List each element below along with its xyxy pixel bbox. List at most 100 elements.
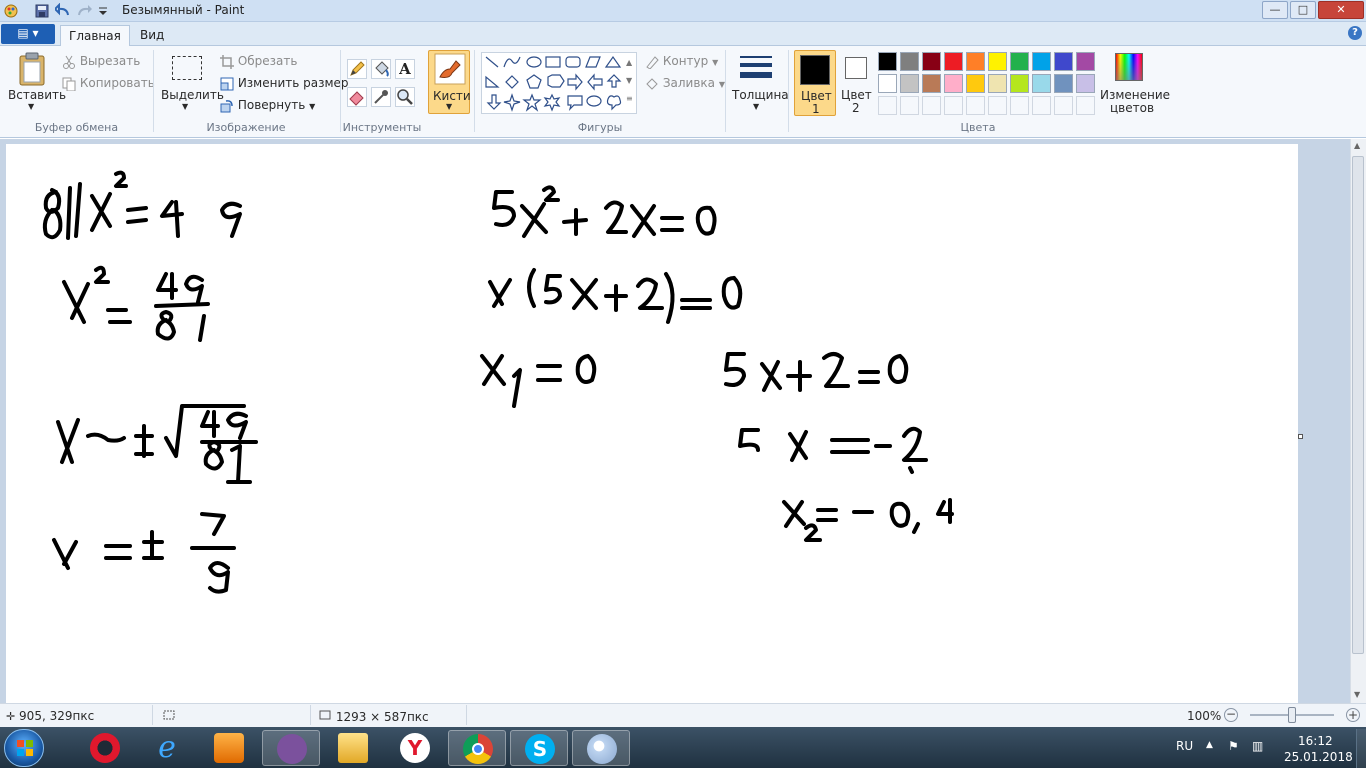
taskbar-yandex[interactable]: Y xyxy=(386,730,444,766)
size-button[interactable]: Толщина ▼ xyxy=(730,52,789,114)
color-swatch[interactable] xyxy=(900,74,919,93)
shapes-group-label: Фигуры xyxy=(577,121,623,134)
drawing-canvas[interactable] xyxy=(6,144,1298,703)
color-swatch[interactable] xyxy=(1032,74,1051,93)
canvas-resize-handle[interactable] xyxy=(1298,434,1303,439)
color2-number: 2 xyxy=(852,101,860,115)
taskbar-viber[interactable] xyxy=(262,730,320,766)
close-button[interactable]: ✕ xyxy=(1318,1,1364,19)
color-swatch[interactable] xyxy=(988,74,1007,93)
minimize-button[interactable]: — xyxy=(1262,1,1288,19)
custom-color-slot[interactable] xyxy=(1032,96,1051,115)
rotate-button[interactable]: Повернуть ▼ xyxy=(220,98,315,113)
show-desktop-button[interactable] xyxy=(1356,729,1366,768)
color-swatch[interactable] xyxy=(1010,74,1029,93)
color-swatch[interactable] xyxy=(1076,74,1095,93)
color-swatch[interactable] xyxy=(1054,52,1073,71)
magnifier-tool[interactable] xyxy=(395,87,415,107)
cut-button[interactable]: Вырезать xyxy=(62,54,140,69)
custom-color-slot[interactable] xyxy=(900,96,919,115)
shapes-gallery[interactable] xyxy=(481,52,637,114)
custom-color-slot[interactable] xyxy=(1054,96,1073,115)
fill-button[interactable]: Заливка ▼ xyxy=(645,76,725,91)
clock-time[interactable]: 16:12 xyxy=(1298,734,1333,748)
taskbar-opera[interactable] xyxy=(76,730,134,766)
maximize-button[interactable]: □ xyxy=(1290,1,1316,19)
folder-icon xyxy=(338,733,368,763)
custom-color-slot[interactable] xyxy=(922,96,941,115)
color-swatch[interactable] xyxy=(1032,52,1051,71)
color-swatch[interactable] xyxy=(944,74,963,93)
zoom-slider-thumb[interactable] xyxy=(1288,707,1296,723)
color-swatch[interactable] xyxy=(944,52,963,71)
outline-pen-icon xyxy=(645,55,659,70)
scroll-up-arrow-icon[interactable]: ▲ xyxy=(1354,141,1360,150)
color-swatch[interactable] xyxy=(1010,52,1029,71)
eraser-tool[interactable] xyxy=(347,87,367,107)
color-swatch[interactable] xyxy=(922,52,941,71)
crop-button[interactable]: Обрезать xyxy=(220,54,297,69)
shapes-scroll[interactable]: ▲ ▼ ≡ xyxy=(626,54,636,110)
scroll-up-icon[interactable]: ▲ xyxy=(626,54,636,72)
undo-icon[interactable] xyxy=(53,2,71,19)
color-swatch[interactable] xyxy=(1076,52,1095,71)
save-icon[interactable] xyxy=(34,3,50,19)
image-size-icon xyxy=(318,710,332,724)
taskbar-skype[interactable]: S xyxy=(510,730,568,766)
custom-color-slot[interactable] xyxy=(1076,96,1095,115)
tab-home[interactable]: Главная xyxy=(60,25,130,46)
taskbar-explorer[interactable] xyxy=(324,730,382,766)
color-picker-tool[interactable] xyxy=(371,87,391,107)
scroll-down-arrow-icon[interactable]: ▼ xyxy=(1354,690,1360,699)
fill-tool[interactable] xyxy=(371,59,391,79)
color-swatch[interactable] xyxy=(1054,74,1073,93)
paint-app-icon[interactable] xyxy=(3,3,19,19)
custom-color-slot[interactable] xyxy=(878,96,897,115)
resize-button[interactable]: Изменить размер xyxy=(220,76,349,91)
expand-gallery-icon[interactable]: ≡ xyxy=(626,90,636,108)
color-swatch[interactable] xyxy=(966,52,985,71)
taskbar-chrome[interactable] xyxy=(448,730,506,766)
color-swatch[interactable] xyxy=(878,74,897,93)
select-button[interactable]: Выделить ▼ xyxy=(160,52,224,112)
custom-color-slot[interactable] xyxy=(1010,96,1029,115)
pencil-tool[interactable] xyxy=(347,59,367,79)
status-divider xyxy=(152,705,153,725)
color-swatch[interactable] xyxy=(988,52,1007,71)
redo-icon[interactable] xyxy=(76,3,92,19)
scroll-down-icon[interactable]: ▼ xyxy=(626,72,636,90)
color-swatch[interactable] xyxy=(966,74,985,93)
paste-button[interactable]: Вставить ▼ xyxy=(8,52,66,112)
color-swatch[interactable] xyxy=(900,52,919,71)
file-menu-button[interactable]: ▤ ▾ xyxy=(1,24,55,44)
custom-color-slot[interactable] xyxy=(988,96,1007,115)
custom-color-slot[interactable] xyxy=(944,96,963,115)
text-tool[interactable]: A xyxy=(395,59,415,79)
show-hidden-icons-icon[interactable]: ▲ xyxy=(1206,740,1213,750)
network-icon[interactable]: ▥ xyxy=(1252,739,1263,753)
customize-quick-access-icon[interactable] xyxy=(97,3,113,19)
clock-date[interactable]: 25.01.2018 xyxy=(1284,750,1353,764)
color-swatch[interactable] xyxy=(878,52,897,71)
action-center-icon[interactable]: ⚑ xyxy=(1228,739,1239,753)
tab-view[interactable]: Вид xyxy=(132,25,172,46)
brushes-button[interactable]: Кисти ▼ xyxy=(428,50,471,114)
copy-button[interactable]: Копировать xyxy=(62,76,155,91)
color2-button[interactable]: Цвет 2 xyxy=(838,50,874,116)
zoom-out-button[interactable]: − xyxy=(1224,708,1238,722)
selection-size-icon xyxy=(162,709,176,724)
color1-button[interactable]: Цвет 1 xyxy=(794,50,836,116)
help-icon[interactable]: ? xyxy=(1348,26,1362,40)
outline-button[interactable]: Контур ▼ xyxy=(645,54,718,70)
zoom-in-button[interactable]: + xyxy=(1346,708,1360,722)
group-divider xyxy=(725,50,726,132)
taskbar-paint[interactable] xyxy=(572,730,630,766)
start-button[interactable] xyxy=(4,729,44,767)
language-indicator[interactable]: RU xyxy=(1176,739,1193,753)
taskbar-internet-explorer[interactable]: e xyxy=(138,730,196,766)
scrollbar-thumb[interactable] xyxy=(1352,156,1364,654)
taskbar-media-player[interactable] xyxy=(200,730,258,766)
edit-colors-button[interactable]: Изменение цветов xyxy=(1100,52,1170,115)
color-swatch[interactable] xyxy=(922,74,941,93)
custom-color-slot[interactable] xyxy=(966,96,985,115)
